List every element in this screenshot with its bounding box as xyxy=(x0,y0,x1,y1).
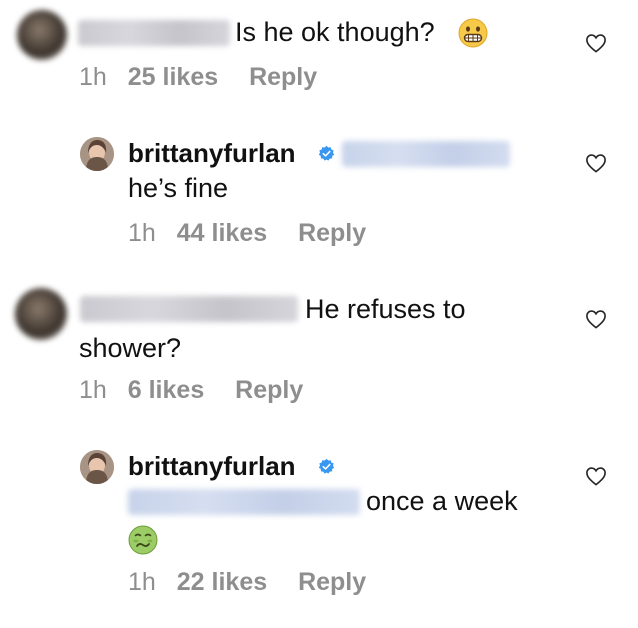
likes-count[interactable]: 22 likes xyxy=(177,567,267,597)
mention-blurred[interactable] xyxy=(342,141,510,167)
avatar[interactable] xyxy=(80,450,114,484)
profile-photo-icon xyxy=(80,137,114,171)
timestamp: 1h xyxy=(128,219,156,247)
likes-count[interactable]: 25 likes xyxy=(128,62,218,92)
comment-meta: 1h 25 likes Reply xyxy=(79,62,317,92)
mention-blurred[interactable] xyxy=(128,489,360,515)
username[interactable]: brittanyfurlan xyxy=(128,137,296,169)
like-heart-icon[interactable] xyxy=(585,153,607,173)
timestamp: 1h xyxy=(79,376,107,404)
avatar-blurred[interactable] xyxy=(17,10,67,60)
reply-button[interactable]: Reply xyxy=(298,567,366,597)
comment-meta: 1h 6 likes Reply xyxy=(79,375,303,405)
like-heart-icon[interactable] xyxy=(585,33,607,53)
comment-meta: 1h 44 likes Reply xyxy=(128,218,366,248)
likes-count[interactable]: 6 likes xyxy=(128,375,204,405)
likes-count[interactable]: 44 likes xyxy=(177,218,267,248)
comment-text: once a week xyxy=(366,486,518,516)
comment-text: he’s fine xyxy=(128,173,229,203)
reply-button[interactable]: Reply xyxy=(235,375,303,405)
verified-badge-icon xyxy=(318,458,335,474)
comment-text-line-1: He refuses to xyxy=(305,294,466,324)
like-heart-icon[interactable] xyxy=(585,466,607,486)
username-blurred[interactable] xyxy=(78,20,230,46)
username[interactable]: brittanyfurlan xyxy=(128,450,296,482)
comment-meta: 1h 22 likes Reply xyxy=(128,567,366,597)
like-heart-icon[interactable] xyxy=(585,309,607,329)
username-blurred[interactable] xyxy=(80,296,298,322)
reply-button[interactable]: Reply xyxy=(249,62,317,92)
verified-badge-icon xyxy=(318,145,335,161)
grimacing-face-icon xyxy=(458,18,488,48)
profile-photo-icon xyxy=(80,450,114,484)
timestamp: 1h xyxy=(79,63,107,91)
avatar-blurred[interactable] xyxy=(15,288,67,340)
nauseated-face-icon xyxy=(128,525,158,555)
comment-text-line-2: shower? xyxy=(79,333,182,363)
timestamp: 1h xyxy=(128,568,156,596)
reply-button[interactable]: Reply xyxy=(298,218,366,248)
avatar[interactable] xyxy=(80,137,114,171)
comment-text: Is he ok though? xyxy=(235,17,435,47)
